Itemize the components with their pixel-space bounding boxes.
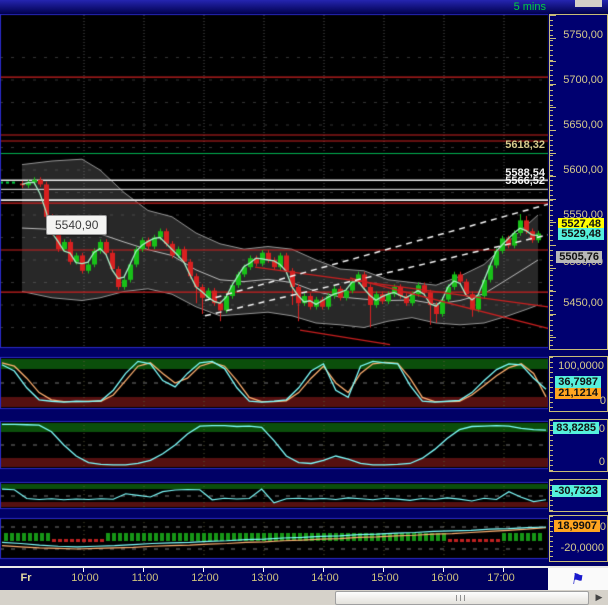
flag-corner-panel: ⚑ (548, 566, 608, 592)
price-tooltip: 5540,90 (46, 215, 107, 235)
axis-minor-ticks (550, 357, 553, 411)
panel1-axis[interactable]: 100,0000 36,7987 21,1214 0 (549, 356, 608, 412)
time-label: 17:00 (483, 572, 519, 584)
time-label: 15:00 (367, 572, 403, 584)
trading-chart-window: 5 mins 5750,00 5700,00 5650,00 5600,00 5… (0, 0, 608, 605)
window-control-chip[interactable] (575, 0, 602, 7)
panel1-zero-label: 0 (600, 395, 606, 407)
price-tag-last: 5529,48 (558, 228, 604, 240)
time-label: 16:00 (427, 572, 463, 584)
time-label: 12:00 (187, 572, 223, 584)
time-label-day: Fr (8, 572, 44, 584)
panel2-zero-label: 0 (599, 456, 605, 468)
green-level-label: 5618,32 (505, 139, 545, 151)
main-price-axis[interactable]: 5750,00 5700,00 5650,00 5600,00 5550,00 … (549, 14, 608, 350)
time-label: 14:00 (307, 572, 343, 584)
horizontal-scrollbar[interactable]: ▶ (0, 590, 608, 605)
panel1-orange-tag: 21,1214 (555, 387, 601, 399)
panel3-cyan-tag: -30,7323 (552, 485, 601, 497)
scrollbar-thumb[interactable] (335, 591, 589, 605)
panel4-bottom-label: -20,0000 (561, 542, 604, 554)
flag-icon[interactable]: ⚑ (570, 570, 586, 588)
panel3-axis[interactable]: -30,7323 (549, 479, 608, 512)
white-level-label-2: 5566,52 (505, 175, 545, 187)
timeframe-label: 5 mins (514, 1, 546, 13)
panel2-axis[interactable]: 100,0000 83,8285 0 (549, 419, 608, 472)
scrollbar-grip-icon (456, 595, 468, 601)
axis-minor-ticks (550, 516, 553, 561)
price-axis-label: 5450,00 (563, 297, 603, 309)
panel4-orange-tag: 18,9907 (554, 520, 600, 532)
time-label: 11:00 (127, 572, 163, 584)
panel4-zero-label: 0 (600, 521, 606, 533)
time-label: 10:00 (67, 572, 103, 584)
chart-canvas (0, 0, 608, 605)
price-axis-label: 5750,00 (563, 29, 603, 41)
panel2-cyan-tag: 83,8285 (553, 422, 599, 434)
price-axis-label: 5650,00 (563, 119, 603, 131)
panel1-cyan-tag: 36,7987 (555, 376, 601, 388)
price-axis-label: 5700,00 (563, 74, 603, 86)
price-axis-label: 5600,00 (563, 164, 603, 176)
price-tag-level: 5505,76 (556, 251, 602, 263)
axis-major-ticks (550, 15, 556, 349)
panel4-axis[interactable]: 0 18,9907 -20,0000 (549, 515, 608, 562)
panel1-top-label: 100,0000 (558, 360, 604, 372)
scrollbar-right-arrow[interactable]: ▶ (591, 590, 607, 605)
time-label: 13:00 (247, 572, 283, 584)
time-axis[interactable]: Fr 10:00 11:00 12:00 13:00 14:00 15:00 1… (0, 566, 548, 592)
